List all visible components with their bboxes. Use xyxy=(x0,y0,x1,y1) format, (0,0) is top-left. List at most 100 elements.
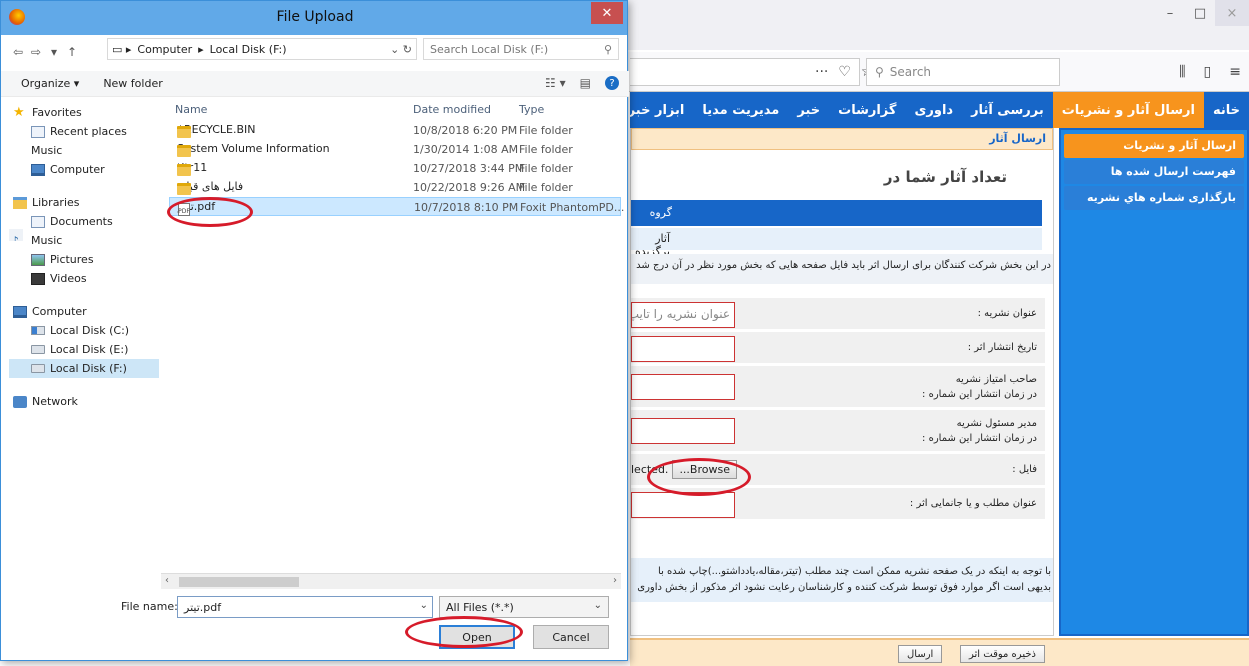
tree-item[interactable]: Videos xyxy=(9,269,159,288)
save-draft-button[interactable]: ذخیره موقت اثر xyxy=(960,645,1045,663)
column-type[interactable]: Type xyxy=(519,103,544,116)
column-date-modified[interactable]: Date modified xyxy=(413,103,491,116)
cancel-button[interactable]: Cancel xyxy=(533,625,609,649)
nav-item-4[interactable]: گزارشات xyxy=(829,92,905,128)
maximize-icon[interactable]: □ xyxy=(1185,0,1215,26)
file-rows: $RECYCLE.BIN 10/8/2018 6:20 PM File folder… xyxy=(169,121,624,216)
dialog-titlebar: File Upload ✕ xyxy=(1,1,627,35)
history-dropdown-icon[interactable]: ▾ xyxy=(45,43,63,61)
owner-input[interactable] xyxy=(631,374,735,400)
tree-item[interactable]: Local Disk (F:) xyxy=(9,359,159,378)
scroll-thumb[interactable] xyxy=(179,577,299,587)
nav-item-6[interactable]: مدیریت مدیا xyxy=(693,92,788,128)
new-folder-button[interactable]: New folder xyxy=(103,77,162,90)
tree-item[interactable]: ♪ Music xyxy=(9,229,159,250)
organize-button[interactable]: Organize ▾ xyxy=(21,77,79,90)
file-name-row: File name: تیتر.pdf ⌄ All Files (*.*) ⌄ xyxy=(9,595,621,621)
minimize-icon[interactable]: – xyxy=(1155,0,1185,26)
view-controls: ☷ ▾ ▤ ? xyxy=(545,76,619,90)
title-input[interactable]: عنوان نشریه را تایپ xyxy=(631,302,735,328)
up-arrow-icon[interactable]: ↑ xyxy=(63,43,81,61)
nav-item-3[interactable]: داوری xyxy=(905,92,962,128)
tree-item[interactable]: Local Disk (C:) xyxy=(9,321,159,340)
tree-item-label: Local Disk (F:) xyxy=(50,362,127,375)
side-menu-item-0[interactable]: ارسال آثار و نشریات xyxy=(1064,134,1244,158)
file-row[interactable]: PDFتیتر.pdf 10/7/2018 8:10 PMFoxit Phanto… xyxy=(169,197,624,216)
pocket-icon[interactable]: ♡ xyxy=(838,64,851,80)
browse-button[interactable]: ...Browse xyxy=(672,460,737,479)
file-row[interactable]: $RECYCLE.BIN 10/8/2018 6:20 PM File folder xyxy=(169,121,621,140)
library-icon[interactable]: ⫼ xyxy=(1179,64,1185,80)
side-menu-item-2[interactable]: بارگذاری شماره هاي نشریه xyxy=(1064,186,1244,210)
nav-item-0[interactable]: خانه xyxy=(1204,92,1249,128)
breadcrumb-computer[interactable]: Computer xyxy=(137,43,192,56)
tree-item[interactable]: Recent places xyxy=(9,122,159,141)
file-row[interactable]: titr11 10/27/2018 3:44 PM File folder xyxy=(169,159,621,178)
chevron-down-icon[interactable]: ⌄ ↻ xyxy=(390,43,412,56)
tree-item[interactable]: Libraries xyxy=(9,193,159,212)
toolbar-right: ⫼ ▯ ≡ xyxy=(1179,64,1241,80)
scroll-left-icon[interactable]: ‹ xyxy=(165,575,169,586)
dialog-search-input[interactable]: Search Local Disk (F:) ⚲ xyxy=(423,38,619,60)
page-actions-icon[interactable]: ··· xyxy=(815,64,828,80)
tree-item[interactable]: ♪ Music xyxy=(9,141,159,241)
file-label: فایل : xyxy=(1012,464,1037,475)
address-bar[interactable]: ▭ ▸ Computer ▸ Local Disk (F:) ⌄ ↻ xyxy=(107,38,417,60)
preview-pane-icon[interactable]: ▤ xyxy=(580,76,591,90)
drive-icon xyxy=(31,345,45,354)
nav-item-7[interactable]: ابزار خبر xyxy=(619,92,694,128)
tree-item-label: Pictures xyxy=(50,253,94,266)
tree-item-label: Local Disk (E:) xyxy=(50,343,129,356)
tree-item[interactable]: Pictures xyxy=(9,250,159,269)
nav-item-2[interactable]: بررسی آثار xyxy=(962,92,1053,128)
tree-item[interactable]: ★ Favorites xyxy=(9,103,159,122)
open-button[interactable]: Open xyxy=(439,625,515,649)
form-row-title: عنوان نشریه را تایپ عنوان نشریه : xyxy=(631,298,1045,332)
owner-label: صاحب امتیاز نشریه در زمان انتشار این شما… xyxy=(922,373,1037,400)
form-row-article: عنوان مطلب و یا جانمایی اثر : xyxy=(631,488,1045,522)
forward-arrow-icon[interactable]: ⇨ xyxy=(27,43,45,61)
tree-item[interactable]: Network xyxy=(9,392,159,411)
side-menu-item-1[interactable]: فهرست ارسال شده ها xyxy=(1064,160,1244,184)
article-input[interactable] xyxy=(631,492,735,518)
sidebar-icon[interactable]: ▯ xyxy=(1204,64,1212,80)
dialog-close-icon[interactable]: ✕ xyxy=(591,2,623,24)
tree-item-label: Network xyxy=(32,395,78,408)
date-label: تاریخ انتشار اثر : xyxy=(967,342,1037,353)
scroll-right-icon[interactable]: › xyxy=(613,575,617,586)
send-button[interactable]: ارسال xyxy=(898,645,943,663)
breadcrumb-local-disk[interactable]: Local Disk (F:) xyxy=(210,43,287,56)
column-name[interactable]: Name xyxy=(175,103,207,116)
tree-item[interactable]: Documents xyxy=(9,212,159,231)
recent-places-icon xyxy=(31,125,45,138)
file-name-input[interactable]: تیتر.pdf ⌄ xyxy=(177,596,433,618)
action-bar: ذخیره موقت اثر ارسال xyxy=(630,638,1249,666)
file-row[interactable]: فایل های قبلی 10/22/2018 9:26 AM File fold… xyxy=(169,178,621,197)
tree-item[interactable]: Computer xyxy=(9,302,159,321)
manager-label: مدیر مسئول نشریه در زمان انتشار این شمار… xyxy=(922,417,1037,444)
tree-item-label: Documents xyxy=(50,215,113,228)
tree-item[interactable]: Computer xyxy=(9,160,159,179)
help-icon[interactable]: ? xyxy=(605,76,619,90)
manager-input[interactable] xyxy=(631,418,735,444)
horizontal-scrollbar[interactable]: ‹ › xyxy=(161,573,621,589)
tree-item-label: Recent places xyxy=(50,125,127,138)
nav-item-5[interactable]: خبر xyxy=(788,92,829,128)
date-input[interactable] xyxy=(631,336,735,362)
nav-item-1[interactable]: ارسال آثار و نشریات xyxy=(1052,92,1204,128)
tree-item[interactable]: Local Disk (E:) xyxy=(9,340,159,359)
group-row[interactable]: آثار برگزیده xyxy=(631,228,1042,258)
menu-icon[interactable]: ≡ xyxy=(1229,64,1241,80)
file-type: File folder xyxy=(519,181,573,194)
file-list: Name Date modified Type $RECYCLE.BIN 10/8… xyxy=(169,97,624,577)
browser-search-input[interactable]: ⚲ Search xyxy=(866,58,1060,86)
tree-gap xyxy=(9,179,159,193)
back-arrow-icon[interactable]: ⇦ xyxy=(9,43,27,61)
tree-item-label: Computer xyxy=(50,163,105,176)
tree-item-label: Music xyxy=(31,234,63,247)
file-row[interactable]: System Volume Information 1/30/2014 1:08 … xyxy=(169,140,621,159)
chevron-down-icon[interactable]: ⌄ xyxy=(420,600,428,611)
view-options-icon[interactable]: ☷ ▾ xyxy=(545,76,566,90)
close-icon[interactable]: × xyxy=(1215,0,1249,26)
file-type-select[interactable]: All Files (*.*) ⌄ xyxy=(439,596,609,618)
